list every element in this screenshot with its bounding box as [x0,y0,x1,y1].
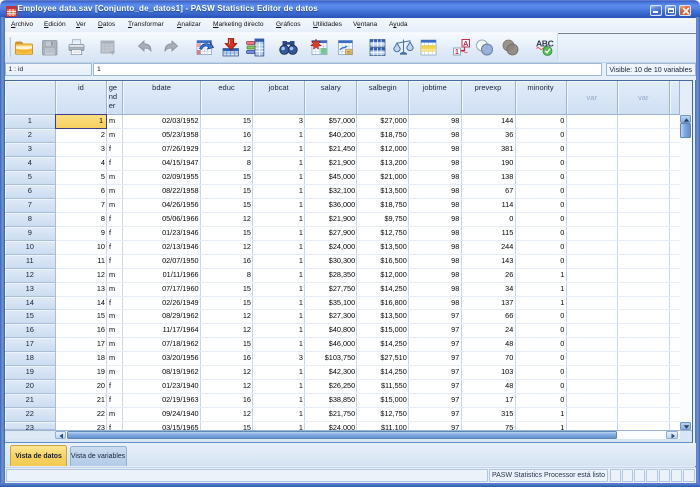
svg-text:1: 1 [455,49,459,56]
svg-text:A: A [462,39,468,48]
